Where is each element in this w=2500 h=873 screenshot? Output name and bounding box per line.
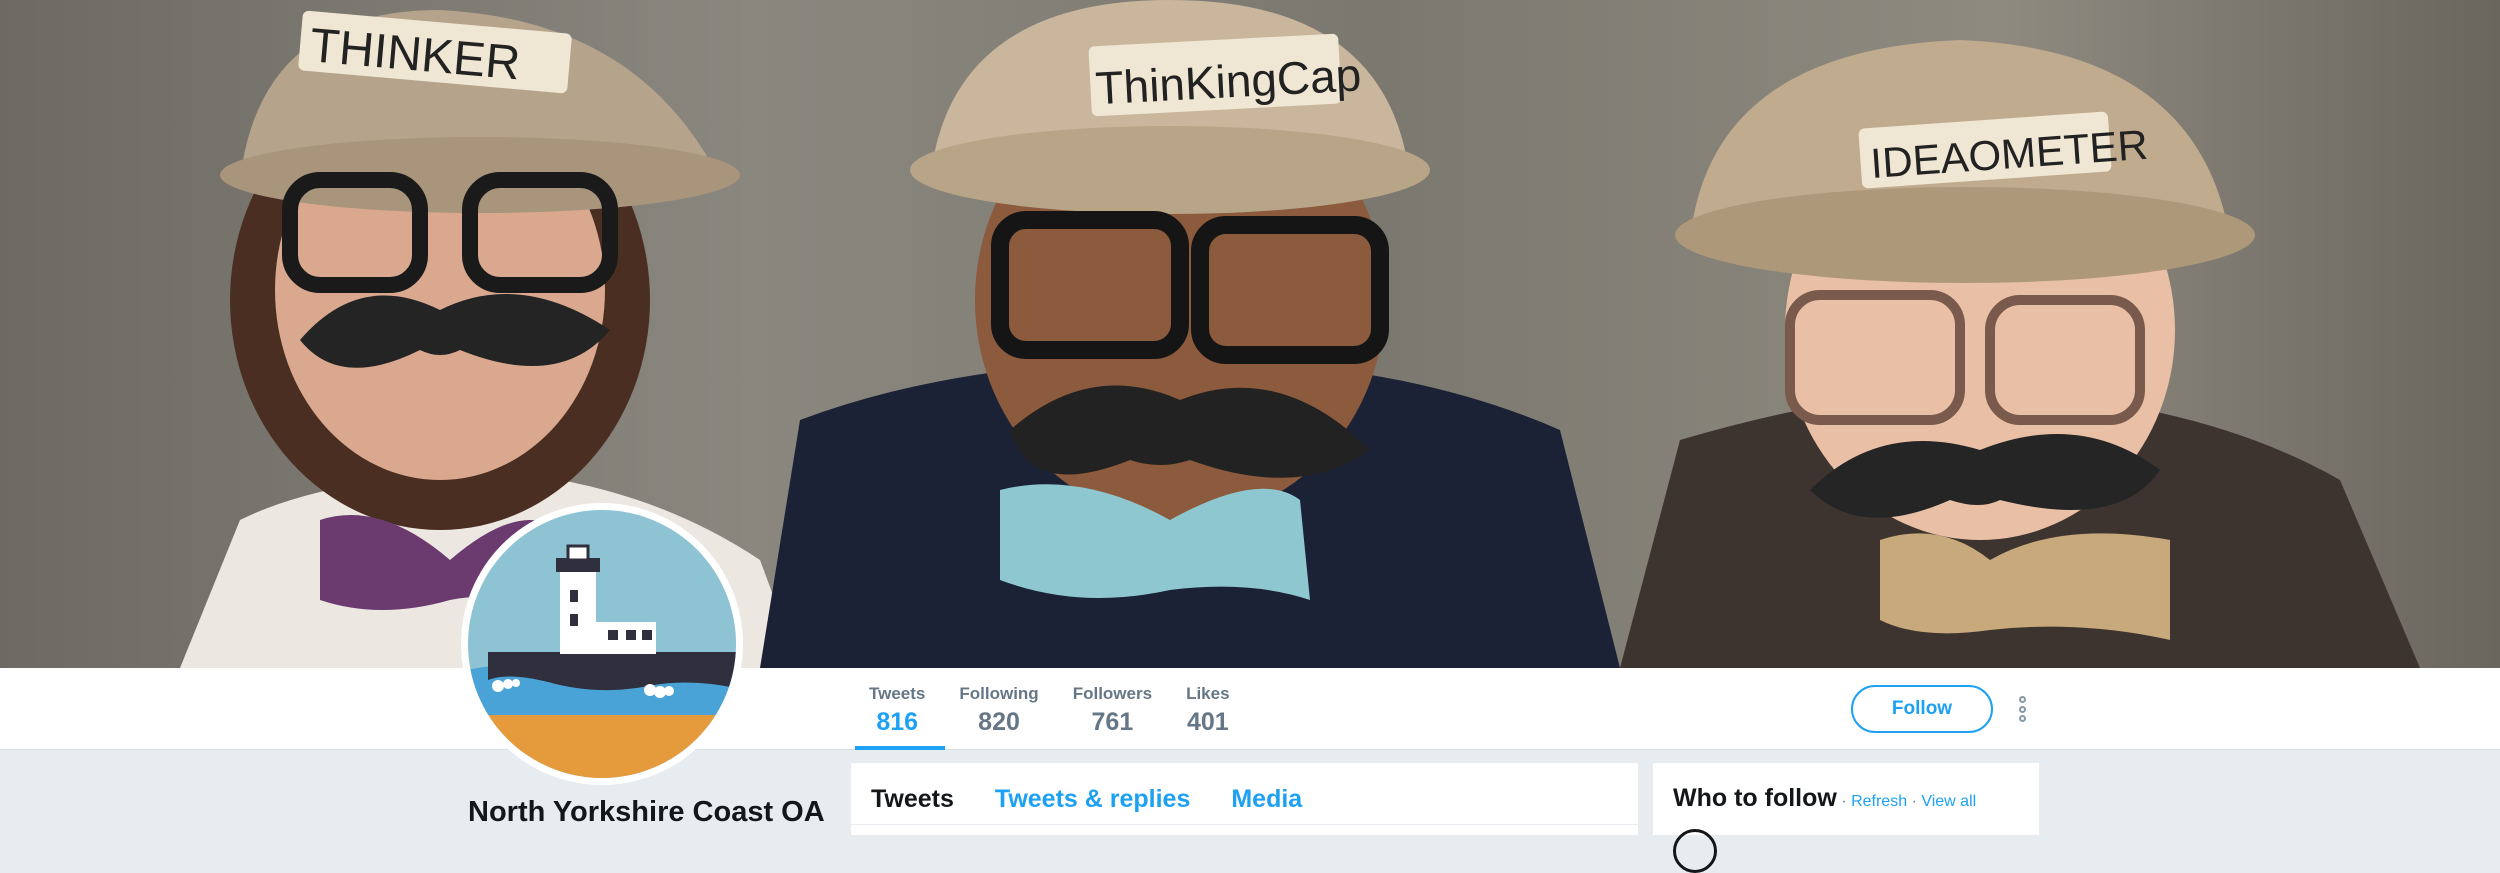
stat-likes-value: 401 — [1186, 708, 1229, 736]
stat-following-label: Following — [959, 684, 1039, 703]
who-to-follow-title: Who to follow — [1673, 784, 1837, 812]
suggested-user-avatar[interactable] — [1673, 829, 1717, 873]
view-all-link[interactable]: View all — [1921, 793, 1976, 810]
tab-tweets-and-replies[interactable]: Tweets & replies — [975, 763, 1211, 824]
timeline-panel: Tweets Tweets & replies Media — [851, 763, 1638, 835]
header-photo-illustration: THINKER ThinKingCap IDEAOMETER — [180, 0, 2420, 668]
who-to-follow-module: Who to follow · Refresh · View all — [1653, 763, 2039, 873]
header-photo: THINKER ThinKingCap IDEAOMETER — [0, 0, 2500, 668]
profile-nav-bar: Tweets 816 Following 820 Followers 761 L… — [0, 668, 2500, 750]
more-dot — [2018, 705, 2026, 713]
stat-followers[interactable]: Followers 761 — [1059, 668, 1172, 750]
stat-followers-value: 761 — [1091, 708, 1134, 736]
stat-likes[interactable]: Likes 401 — [1172, 668, 1249, 750]
timeline-tabs: Tweets Tweets & replies Media — [851, 763, 1638, 825]
follow-button[interactable]: Follow — [1851, 685, 1993, 733]
separator: · — [1911, 793, 1917, 810]
profile-avatar[interactable] — [461, 503, 743, 785]
stat-followers-label: Followers — [1072, 684, 1153, 703]
tab-tweets[interactable]: Tweets — [851, 763, 975, 824]
tab-media[interactable]: Media — [1211, 763, 1323, 824]
stat-following[interactable]: Following 820 — [945, 668, 1058, 750]
more-vertical-icon[interactable] — [2012, 693, 2032, 725]
stat-tweets-value: 816 — [876, 708, 919, 736]
stat-following-value: 820 — [978, 708, 1020, 736]
stat-tweets-label: Tweets — [869, 684, 926, 703]
separator: · — [1841, 793, 1847, 810]
child-right: IDEAOMETER — [1620, 40, 2420, 668]
refresh-link[interactable]: Refresh — [1851, 793, 1907, 810]
profile-display-name[interactable]: North Yorkshire Coast OA — [468, 796, 825, 829]
stat-tweets[interactable]: Tweets 816 — [855, 668, 946, 750]
stat-likes-label: Likes — [1186, 684, 1230, 703]
more-dot — [2018, 696, 2026, 703]
child-middle: ThinKingCap — [760, 0, 1620, 668]
more-dot — [2018, 715, 2026, 722]
lighthouse-logo — [468, 510, 736, 778]
profile-stats: Tweets 816 Following 820 Followers 761 L… — [855, 668, 1250, 750]
